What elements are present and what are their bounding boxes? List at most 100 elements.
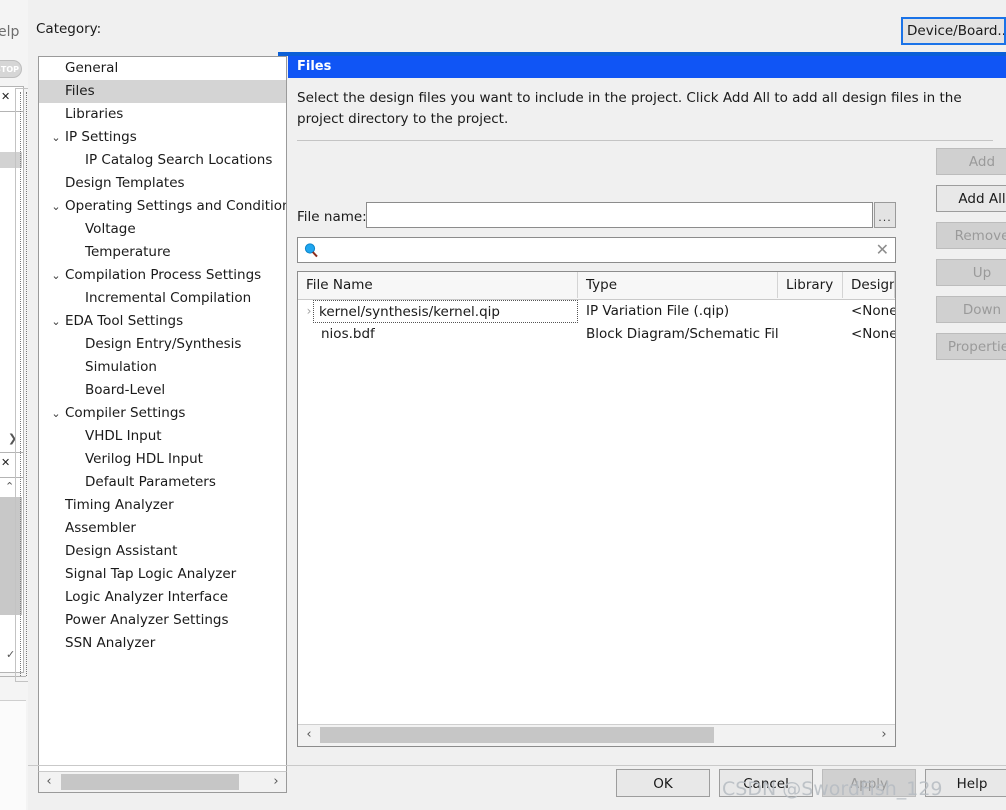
sidebar-item-label: SSN Analyzer: [65, 635, 156, 651]
column-header-type[interactable]: Type: [578, 272, 778, 298]
watermark: CSDN @SwordFish_129: [722, 778, 943, 800]
column-header-file-name[interactable]: File Name: [298, 272, 578, 298]
check-icon: ✓: [6, 648, 16, 661]
close-icon-2[interactable]: ✕: [1, 456, 10, 469]
column-header-design[interactable]: Design: [843, 272, 895, 298]
sidebar-item-compiler-settings[interactable]: ⌄ Compiler Settings: [39, 402, 286, 425]
caret-up-icon[interactable]: ⌃: [5, 480, 14, 493]
sidebar-item-assembler[interactable]: Assembler: [39, 517, 286, 540]
sidebar-item-label: Voltage: [85, 221, 136, 237]
sidebar-item-label: Assembler: [65, 520, 136, 536]
chevron-down-icon[interactable]: ⌄: [49, 195, 63, 218]
sidebar-item-board-level[interactable]: Board-Level: [39, 379, 286, 402]
sidebar-item-signal-tap-logic-analyzer[interactable]: Signal Tap Logic Analyzer: [39, 563, 286, 586]
sidebar-item-ip-settings[interactable]: ⌄ IP Settings: [39, 126, 286, 149]
sidebar-item-incremental-compilation[interactable]: Incremental Compilation: [39, 287, 286, 310]
sidebar-item-files[interactable]: Files: [39, 80, 286, 103]
scroll-right-icon[interactable]: ›: [268, 773, 284, 791]
sidebar-item-verilog-hdl-input[interactable]: Verilog HDL Input: [39, 448, 286, 471]
help-menu-label: elp: [0, 24, 20, 40]
chevron-down-icon[interactable]: ⌄: [49, 310, 63, 333]
scroll-thumb[interactable]: [320, 727, 714, 743]
settings-dialog: Category: Device/Board... General Files Li…: [28, 0, 1006, 810]
sidebar-item-libraries[interactable]: Libraries: [39, 103, 286, 126]
files-table[interactable]: File Name Type Library Design › kernel/synth…: [297, 271, 896, 747]
search-field[interactable]: ✕: [297, 237, 896, 264]
category-tree[interactable]: General Files Libraries ⌄ IP Settings IP Cata…: [38, 56, 287, 786]
stop-button[interactable]: STOP: [0, 60, 22, 78]
sidebar-item-vhdl-input[interactable]: VHDL Input: [39, 425, 286, 448]
files-table-header: File Name Type Library Design: [298, 272, 895, 300]
sidebar-item-general[interactable]: General: [39, 57, 286, 80]
background-panel-bottom: [0, 700, 26, 810]
search-input[interactable]: [326, 238, 870, 264]
cell-file-name: nios.bdf: [321, 326, 375, 342]
device-board-button[interactable]: Device/Board...: [901, 17, 1006, 45]
sidebar-item-label: Temperature: [85, 244, 171, 260]
browse-button[interactable]: ...: [874, 202, 896, 228]
sidebar-item-label: VHDL Input: [85, 428, 162, 444]
page-description: Select the design files you want to incl…: [297, 90, 962, 127]
sidebar-item-label: Design Entry/Synthesis: [85, 336, 242, 352]
close-icon[interactable]: ✕: [1, 90, 10, 103]
category-label: Category:: [36, 21, 102, 37]
add-all-button[interactable]: Add All: [936, 185, 1006, 212]
sidebar-item-timing-analyzer[interactable]: Timing Analyzer: [39, 494, 286, 517]
sidebar-item-label: Incremental Compilation: [85, 290, 252, 306]
up-button: Up: [936, 259, 1006, 286]
add-button: Add: [936, 148, 1006, 175]
sidebar-item-label: Timing Analyzer: [65, 497, 174, 513]
sidebar-item-label: Libraries: [65, 106, 124, 122]
chevron-down-icon[interactable]: ⌄: [49, 402, 63, 425]
sidebar-item-label: IP Catalog Search Locations: [85, 152, 273, 168]
chevron-down-icon[interactable]: ⌄: [49, 126, 63, 149]
ok-button[interactable]: OK: [616, 769, 710, 797]
scroll-thumb[interactable]: [61, 774, 239, 790]
clear-search-icon[interactable]: ✕: [876, 239, 889, 261]
sidebar-item-design-assistant[interactable]: Design Assistant: [39, 540, 286, 563]
sidebar-item-operating-settings-and-conditions[interactable]: ⌄ Operating Settings and Conditions: [39, 195, 286, 218]
sidebar-item-ip-catalog-search-locations[interactable]: IP Catalog Search Locations: [39, 149, 286, 172]
sidebar-item-compilation-process-settings[interactable]: ⌄ Compilation Process Settings: [39, 264, 286, 287]
file-action-buttons: Add Add All Remove Up Down Properties: [936, 148, 1006, 370]
sidebar-item-eda-tool-settings[interactable]: ⌄ EDA Tool Settings: [39, 310, 286, 333]
dotted-ruler: [20, 92, 28, 676]
sidebar-item-label: Design Assistant: [65, 543, 178, 559]
chevron-down-icon[interactable]: ⌄: [49, 264, 63, 287]
scroll-right-icon[interactable]: ›: [876, 726, 892, 744]
sidebar-item-power-analyzer-settings[interactable]: Power Analyzer Settings: [39, 609, 286, 632]
sidebar-item-label: Files: [65, 83, 95, 99]
file-name-label: File name:: [297, 209, 367, 225]
table-row[interactable]: › kernel/synthesis/kernel.qip IP Variation…: [298, 300, 895, 323]
cell-file-name: kernel/synthesis/kernel.qip: [313, 300, 578, 323]
remove-button: Remove: [936, 222, 1006, 249]
category-tree-hscrollbar[interactable]: ‹ ›: [38, 771, 287, 793]
sidebar-item-label: Simulation: [85, 359, 157, 375]
sidebar-item-label: Design Templates: [65, 175, 185, 191]
sidebar-item-label: Verilog HDL Input: [85, 451, 203, 467]
sidebar-item-design-templates[interactable]: Design Templates: [39, 172, 286, 195]
sidebar-item-simulation[interactable]: Simulation: [39, 356, 286, 379]
ruler-line-right: [26, 92, 27, 676]
sidebar-item-label: General: [65, 60, 119, 76]
sidebar-item-ssn-analyzer[interactable]: SSN Analyzer: [39, 632, 286, 655]
sidebar-item-temperature[interactable]: Temperature: [39, 241, 286, 264]
file-name-input[interactable]: [366, 202, 873, 228]
files-table-hscrollbar[interactable]: ‹ ›: [298, 724, 895, 746]
table-row[interactable]: nios.bdf Block Diagram/Schematic File <Non…: [298, 323, 895, 346]
files-page: Files Select the design files you want t…: [288, 56, 1006, 756]
sidebar-item-default-parameters[interactable]: Default Parameters: [39, 471, 286, 494]
sidebar-item-voltage[interactable]: Voltage: [39, 218, 286, 241]
files-table-body[interactable]: › kernel/synthesis/kernel.qip IP Variation…: [298, 300, 895, 346]
sidebar-item-label: Power Analyzer Settings: [65, 612, 229, 628]
scroll-left-icon[interactable]: ‹: [41, 773, 57, 791]
cell-design: <None>: [851, 303, 895, 319]
sidebar-item-design-entry-synthesis[interactable]: Design Entry/Synthesis: [39, 333, 286, 356]
column-header-library[interactable]: Library: [778, 272, 843, 298]
footer-divider: [28, 765, 1006, 766]
scroll-left-icon[interactable]: ‹: [301, 726, 317, 744]
properties-button: Properties: [936, 333, 1006, 360]
sidebar-item-label: Default Parameters: [85, 474, 216, 490]
sidebar-item-logic-analyzer-interface[interactable]: Logic Analyzer Interface: [39, 586, 286, 609]
sidebar-item-label: Compilation Process Settings: [65, 267, 262, 283]
